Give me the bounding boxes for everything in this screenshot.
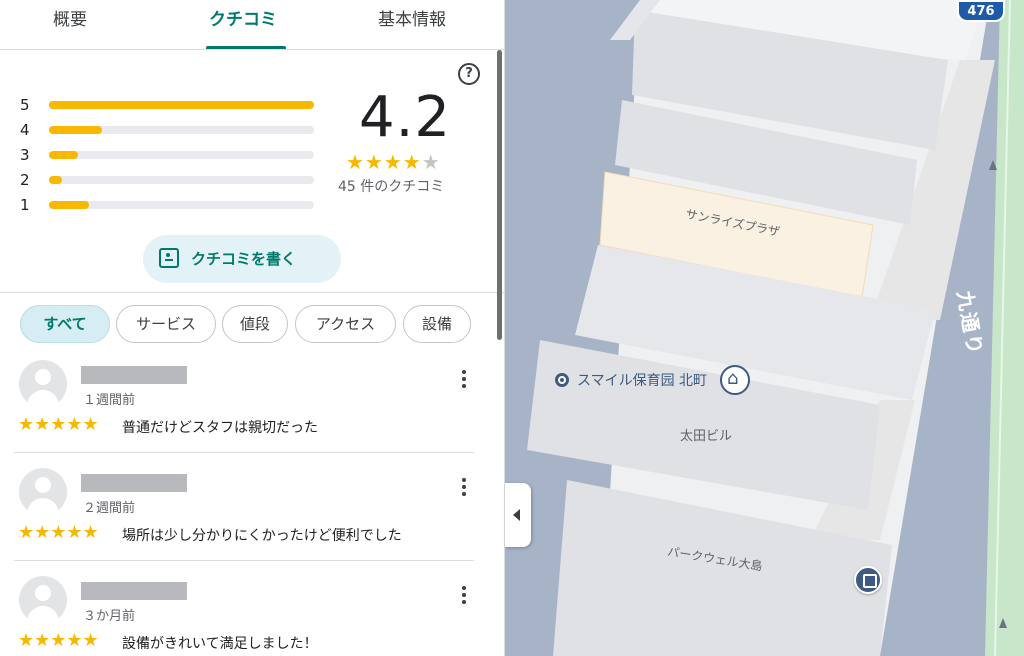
star-icons-filled: ★★★★ — [346, 150, 422, 174]
review-stars: ★★★★★ — [18, 522, 99, 543]
review-time: １週間前 — [83, 393, 136, 408]
rating-row-label: 5 — [20, 96, 30, 114]
filter-chip-price[interactable]: 値段 — [222, 305, 288, 343]
review-text: 普通だけどスタフは親切だった — [122, 420, 318, 436]
review-time: ２週間前 — [83, 501, 136, 516]
rating-bar-fill — [49, 201, 89, 209]
tab-bar: 概要 クチコミ 基本情報 — [0, 0, 504, 50]
rating-row-label: 3 — [20, 146, 30, 164]
rating-bar-track — [49, 176, 314, 184]
review-item: １週間前 ★★★★★ 普通だけどスタフは親切だった — [14, 356, 474, 464]
rating-row-label: 2 — [20, 171, 30, 189]
average-stars: ★★★★★ — [346, 150, 441, 174]
active-tab-indicator — [206, 46, 286, 49]
write-review-icon — [159, 248, 179, 268]
review-stars: ★★★★★ — [18, 414, 99, 435]
more-vert-icon[interactable] — [457, 584, 471, 606]
rating-bar-fill — [49, 101, 314, 109]
rating-bar-track — [49, 151, 314, 159]
rating-bar-track — [49, 201, 314, 209]
place-panel: 概要 クチコミ 基本情報 ? 5 4 3 2 1 4.2 ★★★★★ 45 件の… — [0, 0, 505, 656]
avatar[interactable] — [19, 576, 67, 624]
tab-overview[interactable]: 概要 — [20, 0, 120, 50]
review-text: 場所は少し分かりにくかったけど便利でした — [122, 528, 402, 544]
map-canvas — [505, 0, 1024, 656]
divider — [0, 292, 504, 293]
divider — [14, 560, 474, 561]
poi-label[interactable]: スマイル保育园 北町 — [577, 370, 707, 390]
review-time: ３か月前 — [83, 609, 136, 624]
tab-reviews[interactable]: クチコミ — [193, 0, 293, 50]
divider — [14, 452, 474, 453]
review-item: ２週間前 ★★★★★ 場所は少し分かりにくかったけど便利でした — [14, 464, 474, 572]
tab-info[interactable]: 基本情報 — [352, 0, 472, 50]
rating-row-label: 4 — [20, 121, 30, 139]
review-text: 設備がきれいて満足しました！ — [122, 636, 318, 652]
avatar[interactable] — [19, 360, 67, 408]
filter-chip-service[interactable]: サービス — [116, 305, 216, 343]
reviewer-name-redacted[interactable] — [81, 474, 187, 492]
rating-bar-track — [49, 101, 314, 109]
scrollbar-thumb[interactable] — [497, 50, 502, 340]
bus-stop-icon[interactable] — [854, 566, 882, 594]
filter-chip-all[interactable]: すべて — [20, 305, 110, 343]
rating-bar-fill — [49, 126, 102, 134]
write-review-label: クチコミを書く — [191, 250, 297, 268]
help-icon[interactable]: ? — [458, 63, 480, 85]
more-vert-icon[interactable] — [457, 476, 471, 498]
write-review-button[interactable]: クチコミを書く — [143, 235, 341, 283]
review-stars: ★★★★★ — [18, 630, 99, 651]
reviewer-name-redacted[interactable] — [81, 366, 187, 384]
more-vert-icon[interactable] — [457, 368, 471, 390]
map[interactable]: 476 九通り サンライズプラザ 太田ビル パークウェル大島 スマイル保育园 北… — [505, 0, 1024, 656]
rating-bar-track — [49, 126, 314, 134]
filter-chip-facilities[interactable]: 設備 — [403, 305, 471, 343]
rating-row-label: 1 — [20, 196, 30, 214]
reviewer-name-redacted[interactable] — [81, 582, 187, 600]
average-rating: 4.2 — [358, 85, 452, 150]
rating-bar-fill — [49, 176, 63, 184]
star-icon-empty: ★ — [421, 150, 441, 174]
school-pin-icon[interactable] — [720, 365, 750, 395]
building-label-ota[interactable]: 太田ビル — [680, 425, 732, 444]
route-shield-icon[interactable]: 476 — [957, 0, 1005, 22]
rating-bar-fill — [49, 151, 79, 159]
avatar[interactable] — [19, 468, 67, 516]
poi-dot-icon[interactable] — [555, 373, 569, 387]
review-count: 45 件のクチコミ — [338, 179, 445, 195]
review-item: ３か月前 ★★★★★ 設備がきれいて満足しました！ — [14, 572, 474, 656]
filter-chip-access[interactable]: アクセス — [295, 305, 396, 343]
collapse-panel-button[interactable] — [505, 483, 531, 547]
